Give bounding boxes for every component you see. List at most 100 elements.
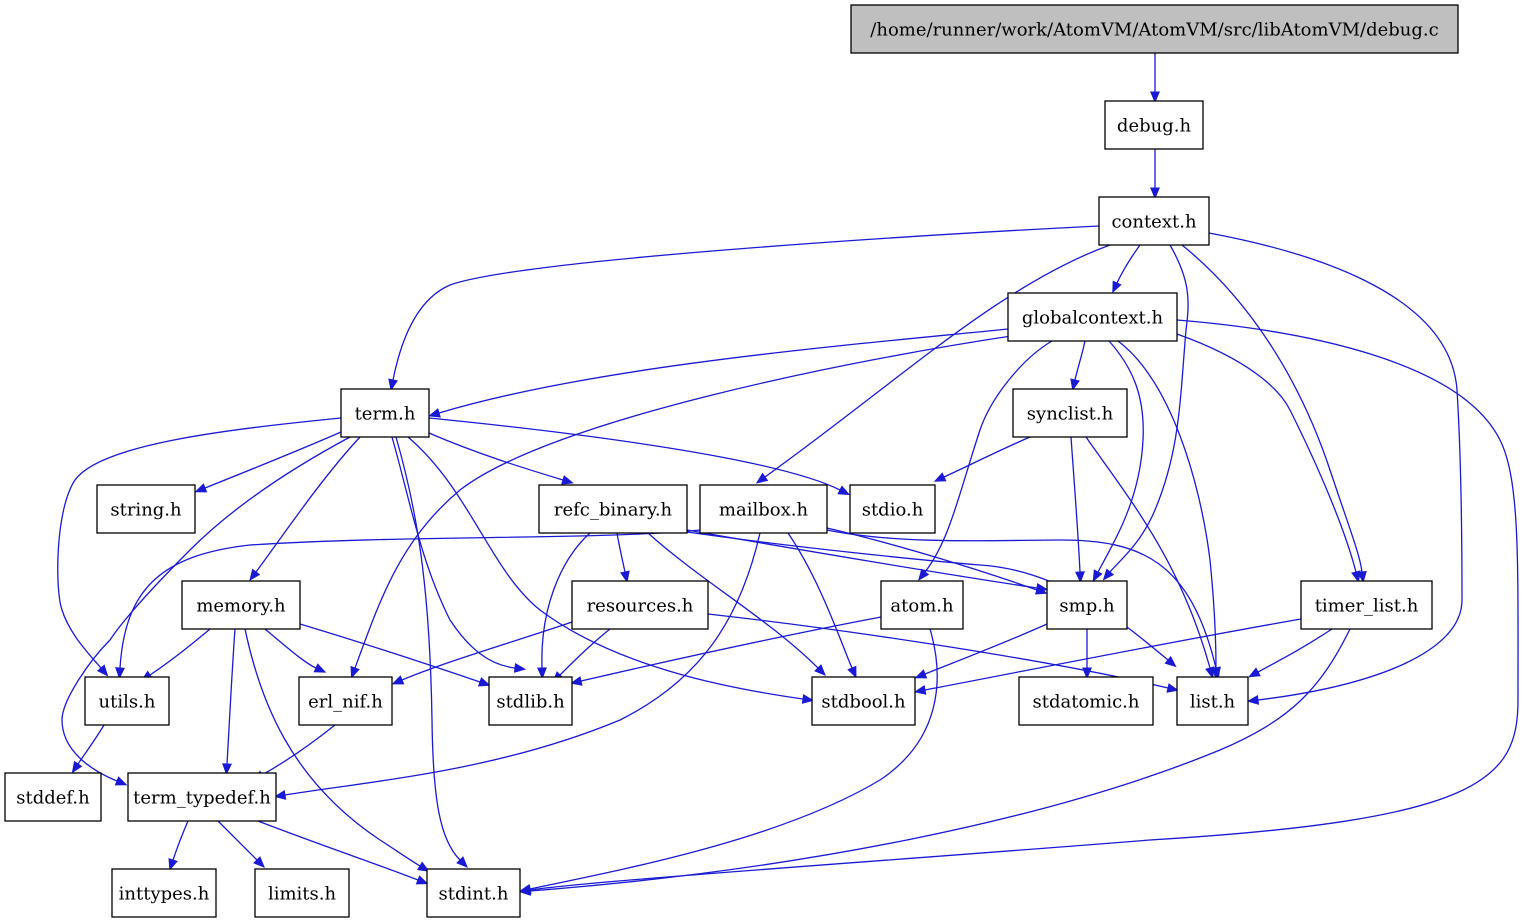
- edge-context-h-to-globalcontext-h: [1112, 244, 1141, 294]
- arrowhead-icon: [913, 685, 927, 695]
- arrowhead-icon: [1351, 570, 1361, 583]
- node-erl-nif-h[interactable]: erl_nif.h: [298, 676, 393, 726]
- edge-context-h-to-mailbox-h: [755, 244, 1111, 484]
- arrowhead-icon: [1166, 683, 1179, 693]
- node-inttypes-h[interactable]: inttypes.h: [111, 868, 217, 918]
- edge-globalcontext-h-to-list-h: [1117, 340, 1221, 680]
- node-label: string.h: [110, 500, 182, 521]
- edge-term-h-to-refc-binary-h: [428, 432, 574, 485]
- edge-erl-nif-h-to-term-typedef-h: [252, 724, 336, 781]
- node-stdbool-h[interactable]: stdbool.h: [811, 676, 916, 726]
- node-synclist-h[interactable]: synclist.h: [1012, 388, 1128, 438]
- arrowhead-icon: [801, 694, 815, 704]
- arrowhead-icon: [933, 472, 947, 482]
- edge-line: [299, 623, 481, 683]
- node-label: atom.h: [890, 596, 954, 617]
- node-stdatomic-h[interactable]: stdatomic.h: [1018, 676, 1154, 726]
- node-label: term_typedef.h: [133, 788, 271, 809]
- edge-line: [395, 436, 461, 861]
- node-label: stdio.h: [862, 500, 924, 521]
- node-label: erl_nif.h: [308, 692, 383, 713]
- node-debug-c[interactable]: /home/runner/work/AtomVM/AtomVM/src/libA…: [850, 4, 1459, 54]
- edge-term-h-to-stdlib-h: [391, 436, 527, 673]
- edge-context-h-to-list-h: [1208, 232, 1463, 705]
- edge-line: [1257, 628, 1333, 673]
- arrowhead-icon: [1070, 378, 1080, 392]
- arrowhead-icon: [1248, 667, 1261, 678]
- edge-line: [407, 436, 804, 700]
- node-globalcontext-h[interactable]: globalcontext.h: [1007, 292, 1178, 342]
- edge-line: [924, 623, 1048, 675]
- arrowhead-icon: [477, 677, 491, 687]
- node-label: /home/runner/work/AtomVM/AtomVM/src/libA…: [870, 20, 1438, 41]
- edge-timer-list-h-to-list-h: [1248, 628, 1333, 678]
- edge-synclist-h-to-stdio-h: [933, 436, 1031, 482]
- edge-line: [77, 724, 105, 765]
- arrowhead-icon: [415, 875, 429, 885]
- arrowhead-icon: [620, 570, 630, 584]
- edge-term-h-to-stdbool-h: [407, 436, 815, 704]
- edge-term-typedef-h-to-limits-h: [217, 820, 265, 868]
- arrowhead-icon: [350, 665, 360, 679]
- arrowhead-icon: [914, 669, 928, 679]
- edge-atom-h-to-stdint-h: [518, 628, 938, 894]
- node-label: inttypes.h: [119, 884, 210, 905]
- edge-line: [428, 417, 841, 491]
- node-label: resources.h: [587, 596, 694, 617]
- edge-mailbox-h-to-stdbool-h: [787, 532, 857, 679]
- arrowhead-icon: [71, 760, 83, 774]
- node-timer-list-h[interactable]: timer_list.h: [1300, 580, 1433, 630]
- node-debug-h[interactable]: debug.h: [1104, 100, 1204, 150]
- node-label: stdint.h: [439, 884, 509, 905]
- edge-term-h-to-stdio-h: [428, 417, 851, 496]
- node-term-h[interactable]: term.h: [340, 388, 430, 438]
- node-stdint-h[interactable]: stdint.h: [426, 868, 521, 918]
- arrowhead-icon: [388, 378, 398, 392]
- edge-memory-h-to-erl-nif-h: [264, 628, 327, 673]
- node-stddef-h[interactable]: stddef.h: [4, 772, 102, 822]
- edge-line: [172, 820, 189, 861]
- node-label: stdbool.h: [821, 692, 906, 713]
- edge-line: [391, 436, 516, 669]
- arrowhead-icon: [561, 475, 574, 485]
- node-refc-binary-h[interactable]: refc_binary.h: [538, 484, 688, 534]
- arrowhead-icon: [391, 675, 405, 685]
- edge-context-h-to-timer-list-h: [1181, 244, 1367, 584]
- node-label: term.h: [355, 404, 416, 425]
- edge-synclist-h-to-smp-h: [1070, 436, 1085, 584]
- edge-debug-c-to-debug-h: [1150, 53, 1160, 104]
- node-term-typedef-h[interactable]: term_typedef.h: [127, 772, 277, 822]
- node-memory-h[interactable]: memory.h: [181, 580, 301, 630]
- arrowhead-icon: [168, 857, 178, 871]
- node-mailbox-h[interactable]: mailbox.h: [699, 484, 828, 534]
- node-context-h[interactable]: context.h: [1098, 196, 1210, 246]
- node-atom-h[interactable]: atom.h: [880, 580, 964, 630]
- edge-line: [1070, 436, 1081, 573]
- node-label: debug.h: [1117, 116, 1192, 137]
- edge-line: [244, 628, 421, 867]
- edge-line: [1208, 232, 1463, 701]
- arrowhead-icon: [1246, 695, 1260, 705]
- edge-term-typedef-h-to-inttypes-h: [168, 820, 189, 871]
- node-label: limits.h: [268, 884, 337, 905]
- node-smp-h[interactable]: smp.h: [1046, 580, 1128, 630]
- edge-line: [261, 724, 336, 776]
- node-list-h[interactable]: list.h: [1176, 676, 1249, 726]
- arrowhead-icon: [1112, 280, 1122, 294]
- edge-line: [764, 244, 1111, 478]
- arrowhead-icon: [313, 663, 327, 673]
- node-stdio-h[interactable]: stdio.h: [849, 484, 936, 534]
- node-string-h[interactable]: string.h: [96, 484, 196, 534]
- edge-globalcontext-h-to-atom-h: [918, 340, 1053, 581]
- node-label: timer_list.h: [1315, 596, 1419, 617]
- edge-line: [438, 328, 1009, 414]
- edge-resources-h-to-erl-nif-h: [391, 621, 573, 685]
- node-resources-h[interactable]: resources.h: [571, 580, 709, 630]
- include-dependency-graph: /home/runner/work/AtomVM/AtomVM/src/libA…: [4, 4, 1519, 918]
- edge-line: [204, 431, 342, 489]
- node-utils-h[interactable]: utils.h: [84, 676, 170, 726]
- node-limits-h[interactable]: limits.h: [254, 868, 350, 918]
- edge-line: [226, 628, 236, 765]
- edge-line: [616, 532, 626, 573]
- node-stdlib-h[interactable]: stdlib.h: [488, 676, 573, 726]
